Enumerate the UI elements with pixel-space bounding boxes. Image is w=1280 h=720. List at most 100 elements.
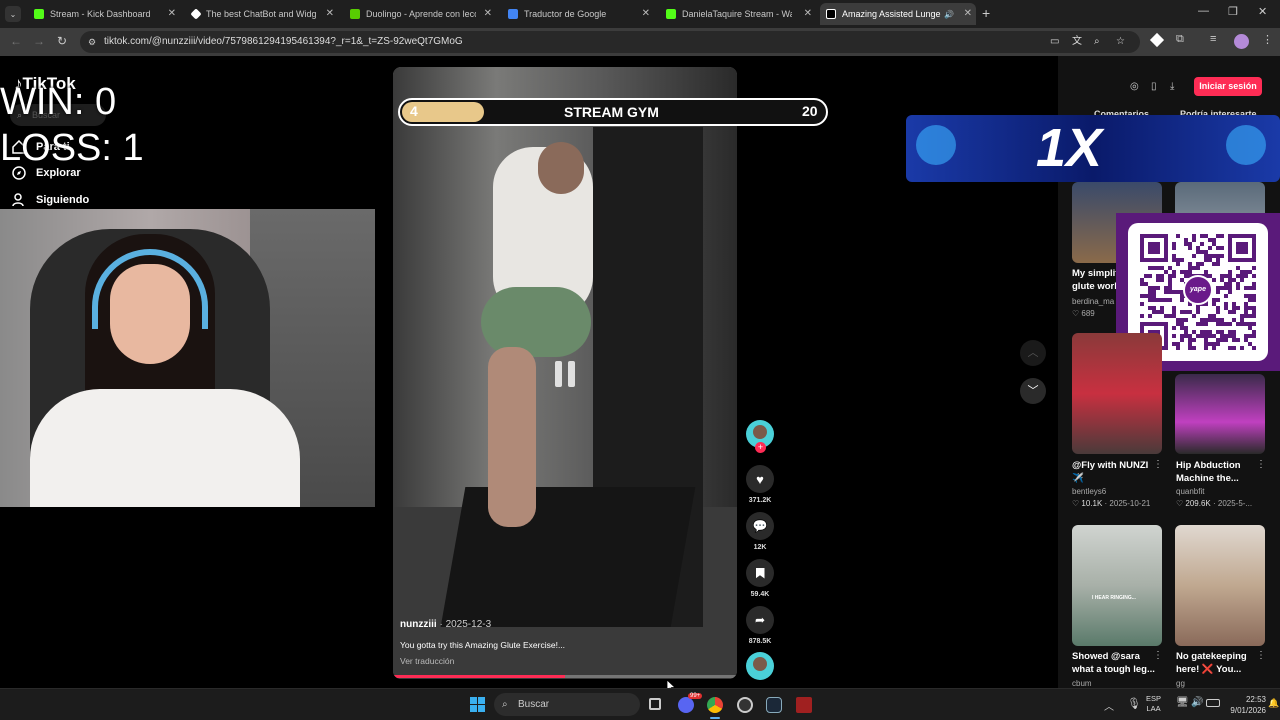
tab-title: Traductor de Google: [524, 9, 607, 19]
date-value: 2025-5-...: [1217, 499, 1253, 508]
date-value: 2025-10-21: [1109, 499, 1151, 508]
login-button[interactable]: Iniciar sesión: [1194, 77, 1262, 96]
more-options-icon[interactable]: ⋮: [1256, 459, 1266, 470]
volume-icon[interactable]: 🔊: [1191, 697, 1203, 708]
back-button[interactable]: ←: [10, 34, 22, 48]
suggested-thumb-3[interactable]: [1072, 333, 1162, 454]
qr-center-badge: yape: [1183, 275, 1213, 305]
likes-value: 209.6K: [1185, 499, 1211, 508]
comment-button[interactable]: 💬: [746, 512, 774, 540]
next-video-button[interactable]: ﹀: [1020, 378, 1046, 404]
taskbar-search-input[interactable]: ⌕ Buscar: [494, 693, 640, 716]
close-icon[interactable]: ✕: [484, 8, 492, 19]
address-bar[interactable]: ⚙ tiktok.com/@nunzziii/video/75798612941…: [80, 31, 1140, 53]
close-icon[interactable]: ✕: [804, 8, 812, 19]
share-icon: ➦: [754, 613, 766, 627]
discord-icon[interactable]: [678, 697, 694, 713]
suggested-title-3[interactable]: @Fly with NUNZI ✈️: [1072, 459, 1162, 485]
suggested-thumb-5[interactable]: I HEAR RINGING...: [1072, 525, 1162, 646]
tab-chatbot[interactable]: The best ChatBot and Widgets ✕: [186, 3, 338, 25]
cast-icon[interactable]: ▭: [1050, 31, 1059, 53]
sidebar-item-siguiendo[interactable]: Siguiendo: [12, 193, 89, 207]
more-options-icon[interactable]: ⋮: [1256, 650, 1266, 661]
banner-title: STREAM GYM: [564, 104, 659, 120]
close-icon[interactable]: ✕: [964, 8, 972, 19]
pause-icon[interactable]: [548, 357, 582, 391]
mode-icon[interactable]: ◎: [1130, 81, 1139, 92]
previous-video-button[interactable]: ︿: [1020, 340, 1046, 366]
maximize-button[interactable]: ❐: [1228, 5, 1238, 18]
suggested-author-3[interactable]: bentleys6: [1072, 487, 1106, 496]
tab-tiktok-active[interactable]: Amazing Assisted Lunge fo 🔊 ✕: [820, 3, 976, 25]
more-options-icon[interactable]: ⋮: [1153, 459, 1163, 470]
suggested-thumb-6[interactable]: [1175, 525, 1265, 646]
suggested-author-1[interactable]: berdina_ma: [1072, 297, 1114, 306]
close-icon[interactable]: ✕: [168, 8, 176, 19]
tab-kick-stream[interactable]: DanielaTaquire Stream - Watch ✕: [660, 3, 816, 25]
new-tab-button[interactable]: +: [982, 5, 990, 21]
clock[interactable]: 22:53 9/01/2026: [1216, 694, 1266, 716]
tray-chevron-icon[interactable]: ︿: [1104, 698, 1114, 713]
speaker-icon[interactable]: 🔊: [944, 10, 954, 19]
sponsor-glow-left: [916, 125, 956, 165]
device-icon[interactable]: ▯: [1151, 81, 1157, 92]
video-player[interactable]: nunzziii · 2025-12-3 You gotta try this …: [393, 67, 737, 679]
notification-badge: 99+: [688, 693, 703, 699]
close-icon[interactable]: ✕: [326, 8, 334, 19]
suggested-title-1[interactable]: My simplifi glute work: [1072, 267, 1122, 293]
windows-start-icon[interactable]: [470, 697, 485, 712]
obs-icon[interactable]: [737, 697, 753, 713]
translate-page-icon[interactable]: 文: [1072, 31, 1082, 53]
translate-icon: [508, 9, 518, 19]
suggested-title-5[interactable]: Showed @sara what a tough leg...: [1072, 650, 1162, 676]
extension-icon[interactable]: [1149, 32, 1165, 48]
menu-icon[interactable]: ⋮: [1262, 33, 1273, 46]
suggested-author-5[interactable]: cbum: [1072, 679, 1092, 688]
person-head: [538, 142, 584, 194]
close-icon[interactable]: ✕: [642, 8, 650, 19]
bookmark-icon: [755, 567, 765, 579]
network-icon[interactable]: 🖥: [1176, 697, 1189, 708]
tab-kick-dashboard[interactable]: Stream - Kick Dashboard ✕: [28, 3, 180, 25]
video-author[interactable]: nunzziii: [400, 619, 437, 630]
suggested-title-6[interactable]: No gatekeeping here! ❌ You...: [1176, 650, 1256, 676]
heart-outline-icon: ♡: [1176, 499, 1186, 508]
site-info-icon[interactable]: ⚙: [88, 31, 96, 53]
task-view-icon[interactable]: [649, 698, 661, 710]
suggested-author-4[interactable]: quanbfit: [1176, 487, 1204, 496]
notifications-bell-icon[interactable]: 🔔: [1268, 698, 1279, 709]
bookmark-star-icon[interactable]: ☆: [1116, 31, 1125, 53]
follow-plus-icon[interactable]: +: [755, 442, 766, 453]
share-button[interactable]: ➦: [746, 606, 774, 634]
video-progress-track[interactable]: [393, 675, 737, 678]
translate-link[interactable]: Ver traducción: [400, 656, 454, 666]
tab-title: Stream - Kick Dashboard: [50, 9, 151, 19]
microphone-icon[interactable]: 🎙: [1127, 697, 1141, 710]
browser-tab-bar: ⌄ Stream - Kick Dashboard ✕ The best Cha…: [0, 0, 1280, 28]
mouse-cursor-icon: [666, 679, 676, 688]
suggested-author-6[interactable]: gg: [1176, 679, 1185, 688]
steam-icon[interactable]: [766, 697, 782, 713]
media-icon[interactable]: ≡: [1210, 33, 1216, 45]
tab-duolingo[interactable]: Duolingo - Aprende con leccio ✕: [344, 3, 496, 25]
save-button[interactable]: [746, 559, 774, 587]
suggested-title-4[interactable]: Hip Abduction Machine the...: [1176, 459, 1246, 485]
forward-button[interactable]: →: [33, 34, 45, 48]
more-options-icon[interactable]: ⋮: [1153, 650, 1163, 661]
suggested-thumb-4[interactable]: [1175, 374, 1265, 454]
window-close-button[interactable]: ✕: [1258, 5, 1267, 18]
profile-avatar[interactable]: [1234, 34, 1249, 49]
tab-google-translate[interactable]: Traductor de Google ✕: [502, 3, 654, 25]
download-icon[interactable]: ⤓: [1170, 81, 1174, 92]
sound-avatar[interactable]: [746, 652, 774, 680]
tab-search-button[interactable]: ⌄: [5, 6, 21, 22]
zoom-icon[interactable]: ⌕: [1094, 31, 1100, 53]
language-indicator[interactable]: ESP LAA: [1146, 694, 1161, 714]
game-icon[interactable]: [796, 697, 812, 713]
minimize-button[interactable]: —: [1198, 5, 1209, 17]
reload-button[interactable]: ↻: [57, 34, 67, 48]
chrome-icon[interactable]: [707, 697, 723, 713]
heart-outline-icon: ♡: [1072, 309, 1082, 318]
puzzle-icon[interactable]: ⧉: [1176, 33, 1184, 46]
like-button[interactable]: ♥: [746, 465, 774, 493]
